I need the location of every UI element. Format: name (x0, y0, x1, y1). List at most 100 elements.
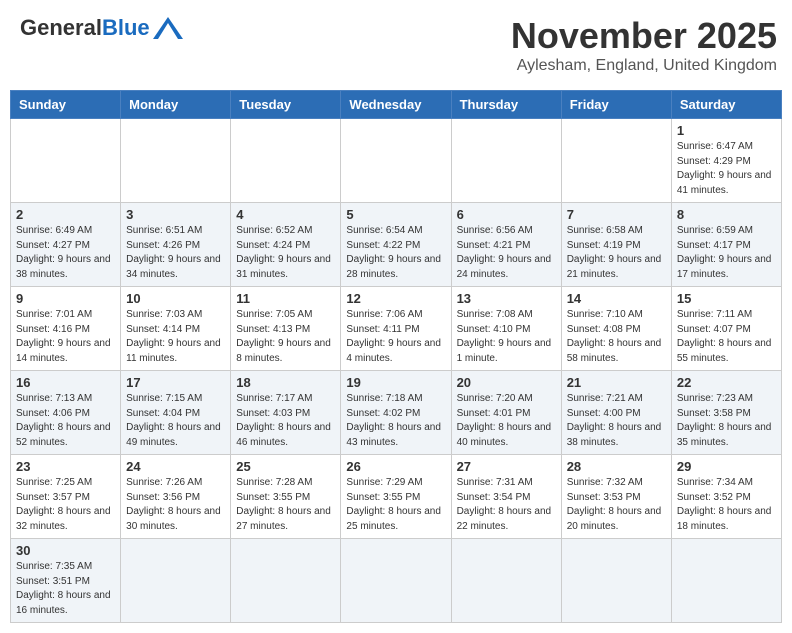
day-info: Sunrise: 7:08 AM Sunset: 4:10 PM Dayligh… (457, 308, 556, 366)
day-info: Sunrise: 7:01 AM Sunset: 4:16 PM Dayligh… (16, 308, 115, 366)
calendar-cell: 1 Sunrise: 6:47 AM Sunset: 4:29 PM Daylig… (671, 119, 781, 203)
calendar-cell: 18Sunrise: 7:17 AM Sunset: 4:03 PM Dayli… (231, 371, 341, 455)
day-number: 20 (457, 375, 556, 390)
calendar-cell: 6 Sunrise: 6:56 AM Sunset: 4:21 PM Daylig… (451, 203, 561, 287)
calendar-cell (671, 539, 781, 623)
calendar-cell: 21 Sunrise: 7:21 AM Sunset: 4:00 PM Dayli… (561, 371, 671, 455)
day-number: 17 (126, 375, 225, 390)
day-info: Sunrise: 7:10 AM Sunset: 4:08 PM Dayligh… (567, 308, 666, 366)
day-info: Sunrise: 7:32 AM Sunset: 3:53 PM Dayligh… (567, 476, 666, 534)
day-number: 29 (677, 459, 776, 474)
calendar-cell: 16Sunrise: 7:13 AM Sunset: 4:06 PM Dayli… (11, 371, 121, 455)
calendar-cell: 9 Sunrise: 7:01 AM Sunset: 4:16 PM Daylig… (11, 287, 121, 371)
logo-blue-text: Blue (102, 15, 150, 41)
calendar-cell: 17Sunrise: 7:15 AM Sunset: 4:04 PM Dayli… (121, 371, 231, 455)
weekday-header-thursday: Thursday (451, 91, 561, 119)
day-number: 15 (677, 291, 776, 306)
day-info: Sunrise: 6:56 AM Sunset: 4:21 PM Dayligh… (457, 224, 556, 282)
header: General Blue November 2025 Aylesham, Eng… (10, 10, 782, 80)
calendar-cell: 23 Sunrise: 7:25 AM Sunset: 3:57 PM Dayli… (11, 455, 121, 539)
day-info: Sunrise: 7:18 AM Sunset: 4:02 PM Dayligh… (346, 392, 445, 450)
day-info: Sunrise: 7:13 AM Sunset: 4:06 PM Dayligh… (16, 392, 115, 450)
logo-icon (153, 17, 183, 39)
day-info: Sunrise: 7:17 AM Sunset: 4:03 PM Dayligh… (236, 392, 335, 450)
logo: General Blue (20, 15, 183, 41)
day-info: Sunrise: 6:47 AM Sunset: 4:29 PM Dayligh… (677, 140, 776, 198)
day-info: Sunrise: 7:35 AM Sunset: 3:51 PM Dayligh… (16, 560, 115, 618)
calendar-cell: 5 Sunrise: 6:54 AM Sunset: 4:22 PM Daylig… (341, 203, 451, 287)
weekday-header-sunday: Sunday (11, 91, 121, 119)
day-info: Sunrise: 7:20 AM Sunset: 4:01 PM Dayligh… (457, 392, 556, 450)
calendar-cell: 22Sunrise: 7:23 AM Sunset: 3:58 PM Dayli… (671, 371, 781, 455)
day-number: 21 (567, 375, 666, 390)
day-number: 23 (16, 459, 115, 474)
calendar-cell: 20 Sunrise: 7:20 AM Sunset: 4:01 PM Dayli… (451, 371, 561, 455)
day-number: 30 (16, 543, 115, 558)
calendar-cell: 26 Sunrise: 7:29 AM Sunset: 3:55 PM Dayli… (341, 455, 451, 539)
day-info: Sunrise: 6:54 AM Sunset: 4:22 PM Dayligh… (346, 224, 445, 282)
calendar-cell: 25Sunrise: 7:28 AM Sunset: 3:55 PM Dayli… (231, 455, 341, 539)
day-number: 12 (346, 291, 445, 306)
calendar-cell (11, 119, 121, 203)
day-number: 9 (16, 291, 115, 306)
day-info: Sunrise: 6:59 AM Sunset: 4:17 PM Dayligh… (677, 224, 776, 282)
day-number: 5 (346, 207, 445, 222)
weekday-header-tuesday: Tuesday (231, 91, 341, 119)
day-number: 11 (236, 291, 335, 306)
day-number: 26 (346, 459, 445, 474)
day-info: Sunrise: 7:31 AM Sunset: 3:54 PM Dayligh… (457, 476, 556, 534)
day-number: 8 (677, 207, 776, 222)
calendar-cell: 28Sunrise: 7:32 AM Sunset: 3:53 PM Dayli… (561, 455, 671, 539)
weekday-header-friday: Friday (561, 91, 671, 119)
calendar-cell (121, 119, 231, 203)
day-info: Sunrise: 6:51 AM Sunset: 4:26 PM Dayligh… (126, 224, 225, 282)
calendar: SundayMondayTuesdayWednesdayThursdayFrid… (10, 90, 782, 623)
calendar-cell (451, 539, 561, 623)
calendar-cell: 2Sunrise: 6:49 AM Sunset: 4:27 PM Daylig… (11, 203, 121, 287)
calendar-cell: 14 Sunrise: 7:10 AM Sunset: 4:08 PM Dayli… (561, 287, 671, 371)
calendar-cell: 11 Sunrise: 7:05 AM Sunset: 4:13 PM Dayli… (231, 287, 341, 371)
calendar-cell: 4Sunrise: 6:52 AM Sunset: 4:24 PM Daylig… (231, 203, 341, 287)
calendar-cell: 24Sunrise: 7:26 AM Sunset: 3:56 PM Dayli… (121, 455, 231, 539)
calendar-cell: 30 Sunrise: 7:35 AM Sunset: 3:51 PM Dayli… (11, 539, 121, 623)
calendar-cell (451, 119, 561, 203)
day-number: 14 (567, 291, 666, 306)
day-info: Sunrise: 6:49 AM Sunset: 4:27 PM Dayligh… (16, 224, 115, 282)
day-info: Sunrise: 7:34 AM Sunset: 3:52 PM Dayligh… (677, 476, 776, 534)
calendar-cell: 19 Sunrise: 7:18 AM Sunset: 4:02 PM Dayli… (341, 371, 451, 455)
calendar-cell (231, 119, 341, 203)
weekday-header-saturday: Saturday (671, 91, 781, 119)
day-number: 22 (677, 375, 776, 390)
calendar-week-row: 23 Sunrise: 7:25 AM Sunset: 3:57 PM Dayli… (11, 455, 782, 539)
calendar-cell: 27Sunrise: 7:31 AM Sunset: 3:54 PM Dayli… (451, 455, 561, 539)
title-area: November 2025 Aylesham, England, United … (511, 15, 777, 75)
calendar-cell (121, 539, 231, 623)
calendar-week-row: 16Sunrise: 7:13 AM Sunset: 4:06 PM Dayli… (11, 371, 782, 455)
day-number: 7 (567, 207, 666, 222)
month-title: November 2025 (511, 15, 777, 57)
calendar-cell (231, 539, 341, 623)
day-info: Sunrise: 7:05 AM Sunset: 4:13 PM Dayligh… (236, 308, 335, 366)
day-info: Sunrise: 7:03 AM Sunset: 4:14 PM Dayligh… (126, 308, 225, 366)
calendar-week-row: 1 Sunrise: 6:47 AM Sunset: 4:29 PM Daylig… (11, 119, 782, 203)
day-info: Sunrise: 6:58 AM Sunset: 4:19 PM Dayligh… (567, 224, 666, 282)
calendar-cell: 8 Sunrise: 6:59 AM Sunset: 4:17 PM Daylig… (671, 203, 781, 287)
day-number: 4 (236, 207, 335, 222)
day-number: 13 (457, 291, 556, 306)
calendar-cell: 29 Sunrise: 7:34 AM Sunset: 3:52 PM Dayli… (671, 455, 781, 539)
weekday-header-monday: Monday (121, 91, 231, 119)
day-info: Sunrise: 7:26 AM Sunset: 3:56 PM Dayligh… (126, 476, 225, 534)
day-info: Sunrise: 7:25 AM Sunset: 3:57 PM Dayligh… (16, 476, 115, 534)
weekday-header-wednesday: Wednesday (341, 91, 451, 119)
calendar-week-row: 2Sunrise: 6:49 AM Sunset: 4:27 PM Daylig… (11, 203, 782, 287)
location: Aylesham, England, United Kingdom (511, 57, 777, 75)
day-number: 6 (457, 207, 556, 222)
day-number: 1 (677, 123, 776, 138)
day-info: Sunrise: 7:29 AM Sunset: 3:55 PM Dayligh… (346, 476, 445, 534)
calendar-cell (561, 119, 671, 203)
day-number: 19 (346, 375, 445, 390)
weekday-header-row: SundayMondayTuesdayWednesdayThursdayFrid… (11, 91, 782, 119)
day-info: Sunrise: 7:21 AM Sunset: 4:00 PM Dayligh… (567, 392, 666, 450)
calendar-cell (341, 119, 451, 203)
day-info: Sunrise: 7:28 AM Sunset: 3:55 PM Dayligh… (236, 476, 335, 534)
